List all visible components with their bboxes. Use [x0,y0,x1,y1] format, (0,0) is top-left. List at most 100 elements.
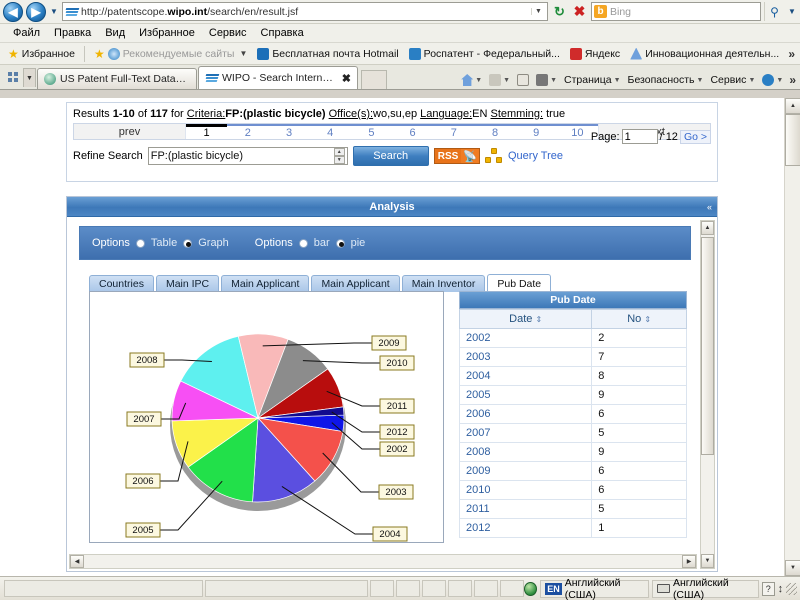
column-header-date[interactable]: Date ⇕ [459,309,593,329]
tab-pub-date[interactable]: Pub Date [487,274,552,292]
rss-feed-button[interactable]: RSS 📡 [433,148,480,164]
radio-table[interactable] [135,238,145,248]
page-number-4[interactable]: 4 [309,124,351,139]
chevron-down-icon[interactable]: ▼ [697,77,704,84]
favorite-hotmail[interactable]: Бесплатная почта Hotmail [253,47,402,61]
menu-item-view[interactable]: Вид [98,26,132,40]
search-options-chevron-icon[interactable]: ▼ [787,7,797,16]
page-number-7[interactable]: 7 [433,124,475,139]
stop-icon[interactable]: ✖ [571,3,588,20]
menu-item-help[interactable]: Справка [254,26,311,40]
scroll-left-icon[interactable]: ◀ [70,555,84,568]
close-icon[interactable]: ✖ [342,72,351,85]
back-button[interactable]: ◀ [3,1,23,22]
favorite-yandex[interactable]: Яндекс [566,47,624,61]
collapse-icon[interactable]: « [707,202,712,212]
recent-pages-chevron-icon[interactable]: ▼ [49,7,59,16]
page-jump-input[interactable] [621,129,658,144]
print-button[interactable]: ▼ [533,73,560,87]
go-button[interactable]: Go > [679,129,711,144]
address-input[interactable]: http://patentscope.wipo.int/search/en/re… [62,2,548,21]
page-scroll-down-icon[interactable]: ▼ [785,560,800,576]
tab-list-chevron-icon[interactable]: ▼ [23,68,36,87]
menu-item-edit[interactable]: Правка [47,26,98,40]
address-dropdown-icon[interactable]: ▼ [531,8,545,15]
page-scroll-up-icon[interactable]: ▲ [785,98,800,114]
page-vertical-scrollbar[interactable]: ▲ ▼ [784,98,800,576]
column-header-no[interactable]: No ⇕ [591,309,687,329]
tools-menu[interactable]: Сервис ▼ [707,73,758,87]
analysis-vertical-scrollbar[interactable]: ▲ ▼ [700,220,715,569]
quick-tabs-icon[interactable] [4,68,22,87]
help-menu[interactable]: ▼ [759,73,786,87]
scroll-right-icon[interactable]: ▶ [682,555,696,568]
textarea-resize-handle[interactable]: ▲ ▼ [333,148,345,164]
forward-button[interactable]: ▶ [26,1,46,22]
tab-main-applicant-2[interactable]: Main Applicant [311,275,400,292]
cell-date[interactable]: 2011 [459,499,593,519]
page-number-8[interactable]: 8 [474,124,516,139]
favorite-rospatent[interactable]: Роспатент - Федеральный... [405,47,564,61]
home-button[interactable]: ▼ [458,73,485,87]
cell-date[interactable]: 2005 [459,385,593,405]
chevron-down-icon[interactable]: ▼ [614,77,621,84]
page-number-6[interactable]: 6 [392,124,434,139]
help-icon[interactable]: ? [761,581,775,596]
page-number-2[interactable]: 2 [227,124,269,139]
command-overflow-icon[interactable]: » [787,73,796,87]
resize-grip-icon[interactable] [786,582,797,595]
page-scrollbar-thumb[interactable] [785,114,800,166]
refresh-icon[interactable]: ↻ [551,3,568,20]
browser-search-input[interactable]: b Bing [591,2,761,21]
keyboard-layout-indicator[interactable]: Английский (США) [652,577,759,600]
scroll-down-icon[interactable]: ▼ [701,554,714,568]
refine-search-input[interactable]: FP:(plastic bicycle) ▲ ▼ [147,147,348,165]
tab-main-inventor[interactable]: Main Inventor [401,275,486,292]
favorite-innovation[interactable]: Инновационная деятельн... [626,47,783,61]
chevron-down-icon[interactable]: ▼ [503,77,510,84]
analysis-horizontal-scrollbar[interactable]: ◀ ▶ [69,554,697,569]
radio-graph[interactable] [183,238,193,248]
chevron-down-icon[interactable]: ▼ [550,77,557,84]
query-tree-icon[interactable] [484,148,503,164]
tab-main-ipc[interactable]: Main IPC [155,275,220,292]
cell-date[interactable]: 2008 [459,442,593,462]
menu-item-tools[interactable]: Сервис [202,26,254,40]
radio-bar[interactable] [298,238,308,248]
new-tab-button[interactable] [361,70,387,89]
suggested-sites-button[interactable]: ★ Рекомендуемые сайты ▼ [90,47,251,61]
search-submit-icon[interactable]: ⚲ [764,2,784,21]
security-menu[interactable]: Безопасность ▼ [625,73,707,87]
scroll-up-icon[interactable]: ▲ [701,221,714,235]
page-number-3[interactable]: 3 [268,124,310,139]
page-number-1[interactable]: 1 [186,124,228,139]
cell-date[interactable]: 2006 [459,404,593,424]
cell-date[interactable]: 2012 [459,518,593,538]
feeds-button[interactable]: ▼ [486,73,513,87]
cell-date[interactable]: 2002 [459,328,593,348]
cell-date[interactable]: 2009 [459,461,593,481]
page-number-9[interactable]: 9 [515,124,557,139]
page-menu[interactable]: Страница ▼ [561,73,624,87]
chevron-down-icon[interactable]: ▼ [239,49,247,58]
input-language-indicator[interactable]: EN Английский (США) [540,577,650,600]
search-button[interactable]: Search [352,146,429,166]
chevron-down-icon[interactable]: ▼ [776,77,783,84]
chevron-down-icon[interactable]: ▼ [475,77,482,84]
sort-icon[interactable]: ⇕ [535,315,542,324]
tab-countries[interactable]: Countries [89,275,154,292]
favorites-button[interactable]: ★ Избранное [4,47,79,61]
cell-date[interactable]: 2004 [459,366,593,386]
radio-pie[interactable] [335,238,345,248]
scrollbar-thumb[interactable] [701,237,714,455]
menu-item-file[interactable]: Файл [6,26,47,40]
browser-tab-wipo[interactable]: WIPO - Search Internati... ✖ [198,66,358,89]
chevron-down-icon[interactable]: ▼ [748,77,755,84]
tab-main-applicant-1[interactable]: Main Applicant [221,275,310,292]
sort-icon[interactable]: ⇕ [644,315,651,324]
favorites-overflow-icon[interactable]: » [788,47,800,61]
browser-tab-us-patent[interactable]: US Patent Full-Text Databas... [37,68,197,89]
cell-date[interactable]: 2007 [459,423,593,443]
cell-date[interactable]: 2003 [459,347,593,367]
menu-item-favorites[interactable]: Избранное [132,26,202,40]
